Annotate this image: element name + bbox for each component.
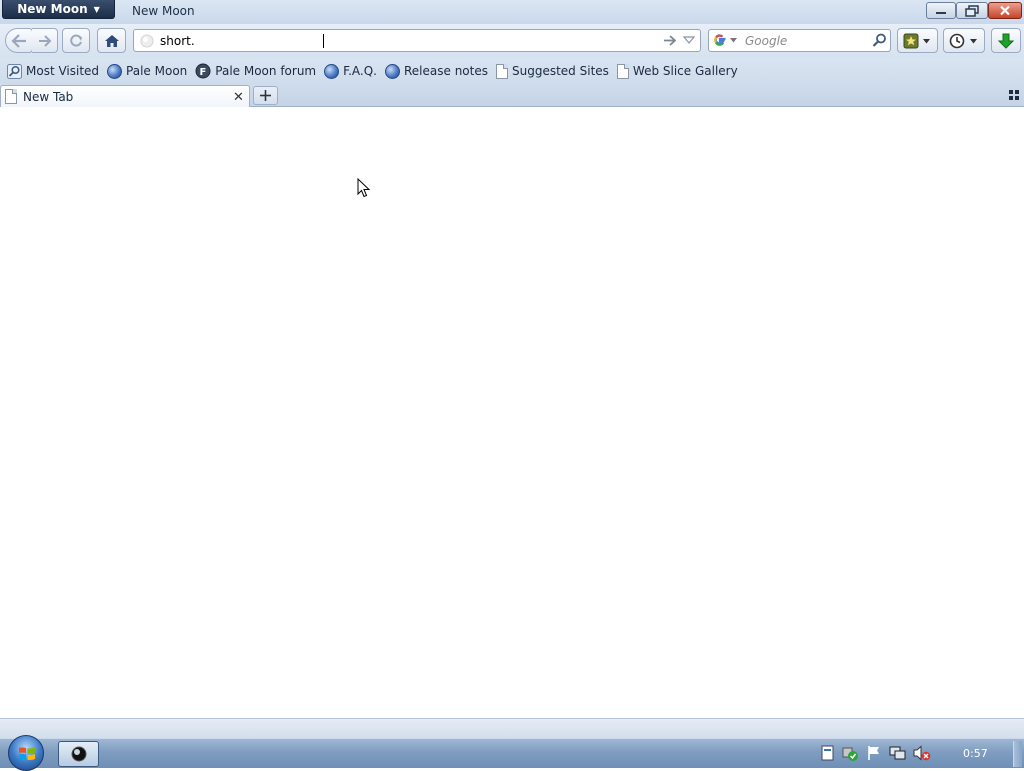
network-icon[interactable] (889, 745, 906, 761)
plus-icon (260, 90, 271, 101)
taskbar: 0:57 (0, 735, 1024, 771)
bookmark-label: Pale Moon (126, 64, 188, 78)
minimize-icon (936, 11, 946, 14)
go-arrow-icon[interactable] (663, 34, 677, 47)
bookmark-suggested-sites[interactable]: Suggested Sites (492, 61, 613, 81)
history-clock-icon (949, 33, 977, 48)
bookmark-release-notes[interactable]: Release notes (381, 61, 492, 81)
most-visited-icon (7, 63, 22, 79)
taskbar-clock[interactable]: 0:57 (963, 747, 988, 760)
status-bar (0, 718, 1024, 738)
forward-button[interactable] (32, 28, 58, 53)
document-tray-icon[interactable] (820, 745, 835, 761)
bookmarks-menu-button[interactable] (897, 28, 938, 53)
tab-groups-icon[interactable] (1009, 90, 1019, 100)
back-button[interactable] (5, 28, 33, 53)
mouse-cursor-icon (357, 178, 371, 198)
bookmarks-star-icon (903, 33, 930, 48)
back-arrow-icon (11, 33, 26, 48)
search-icon[interactable] (872, 33, 887, 48)
google-icon (714, 34, 726, 46)
close-icon (1000, 5, 1010, 16)
tab-close-icon[interactable]: ✕ (233, 90, 244, 105)
url-history-dropdown-icon[interactable] (683, 35, 695, 45)
bookmark-web-slice-gallery[interactable]: Web Slice Gallery (613, 61, 742, 81)
page-content[interactable] (0, 108, 1024, 720)
moon-browser-icon (71, 746, 86, 762)
text-caret (323, 34, 324, 48)
title-bar: New Moon ▼ New Moon (0, 0, 1024, 24)
bookmark-faq[interactable]: F.A.Q. (320, 61, 381, 81)
reload-button[interactable] (62, 28, 90, 53)
windows-logo-icon (19, 747, 35, 760)
bookmark-label: F.A.Q. (343, 64, 377, 78)
page-icon (616, 63, 629, 79)
bookmarks-toolbar: Most Visited Pale Moon F Pale Moon forum… (0, 58, 1024, 84)
system-tray (820, 745, 931, 761)
app-menu-button[interactable]: New Moon ▼ (2, 0, 115, 19)
bookmark-label: Pale Moon forum (215, 64, 317, 78)
restore-icon (965, 4, 979, 17)
new-tab-button[interactable] (253, 86, 278, 105)
search-engine-selector[interactable] (713, 33, 737, 47)
url-input[interactable] (160, 32, 640, 49)
taskbar-browser-button[interactable] (58, 741, 99, 767)
forum-icon: F (195, 63, 211, 79)
search-bar[interactable] (708, 29, 891, 52)
app-menu-label: New Moon (17, 2, 88, 16)
reload-icon (70, 34, 82, 46)
security-shield-icon[interactable] (842, 745, 859, 761)
page-icon (5, 89, 17, 104)
chevron-down-icon: ▼ (93, 4, 100, 14)
bookmark-label: Release notes (404, 64, 488, 78)
action-center-flag-icon[interactable] (866, 745, 882, 761)
browser-window: New Moon ▼ New Moon short. Google Most V… (0, 0, 1024, 738)
tab-label: New Tab (23, 90, 74, 104)
bookmark-pale-moon[interactable]: Pale Moon (103, 61, 191, 81)
download-arrow-icon (998, 33, 1014, 49)
page-icon (496, 63, 508, 79)
home-icon (104, 34, 119, 47)
start-button[interactable] (8, 735, 44, 771)
downloads-button[interactable] (991, 28, 1021, 53)
history-button[interactable] (943, 28, 985, 53)
search-input[interactable] (745, 33, 865, 49)
bookmark-label: Web Slice Gallery (632, 64, 738, 78)
bookmark-pale-moon-forum[interactable]: F Pale Moon forum (191, 61, 320, 81)
restore-button[interactable] (956, 2, 988, 19)
globe-icon (324, 63, 340, 79)
home-button[interactable] (97, 28, 126, 53)
minimize-button[interactable] (926, 2, 956, 19)
window-title: New Moon (132, 4, 195, 18)
globe-icon (107, 63, 123, 79)
bookmark-most-visited[interactable]: Most Visited (3, 61, 103, 81)
chevron-down-icon (730, 37, 737, 42)
navigation-toolbar (0, 24, 1024, 58)
volume-muted-icon[interactable] (913, 745, 931, 761)
url-bar[interactable] (133, 29, 701, 52)
bookmark-label: Suggested Sites (512, 64, 609, 78)
tab-new-tab[interactable]: New Tab ✕ (0, 85, 250, 107)
show-desktop-button[interactable] (1013, 741, 1022, 767)
close-window-button[interactable] (988, 2, 1022, 19)
bookmark-label: Most Visited (26, 64, 100, 78)
globe-icon (385, 63, 400, 79)
site-identity-icon (140, 34, 154, 48)
forward-arrow-icon (38, 34, 51, 47)
svg-text:F: F (200, 67, 207, 78)
tab-strip: New Tab ✕ (0, 84, 1024, 107)
